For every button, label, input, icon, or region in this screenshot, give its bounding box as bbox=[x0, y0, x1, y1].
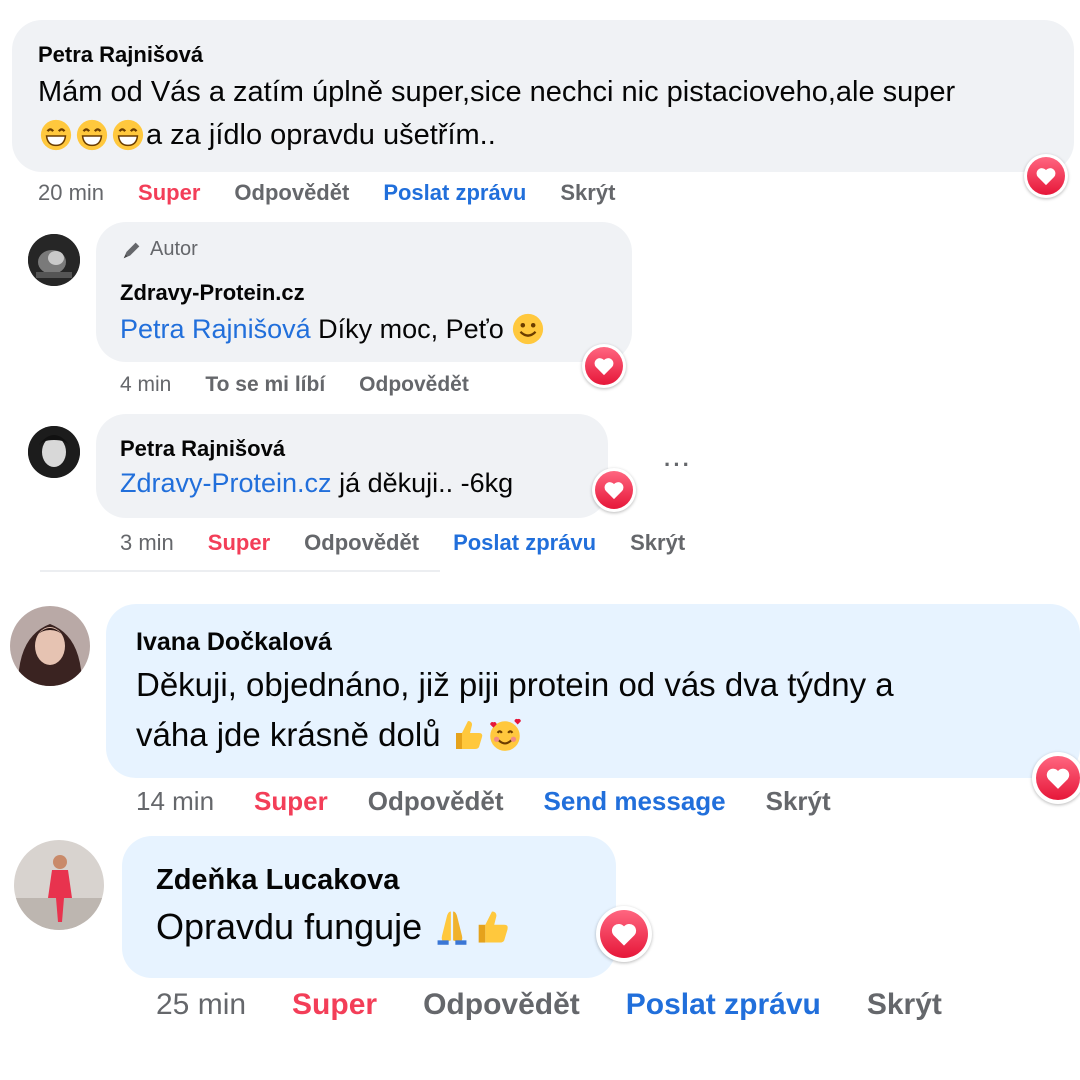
comment-author[interactable]: Zdravy-Protein.cz bbox=[120, 280, 305, 306]
comment-time[interactable]: 14 min bbox=[136, 786, 214, 817]
react-button[interactable]: Super bbox=[208, 530, 270, 556]
grinning-face-emoji bbox=[112, 119, 144, 151]
hide-button[interactable]: Skrýt bbox=[867, 988, 942, 1022]
folded-hands-emoji bbox=[437, 911, 467, 945]
smiling-face-emoji bbox=[513, 313, 544, 345]
comment-author[interactable]: Zdeňka Lucakova bbox=[156, 864, 399, 897]
comment-time[interactable]: 4 min bbox=[120, 373, 171, 397]
reply-button[interactable]: Odpovědět bbox=[359, 373, 469, 397]
send-message-button[interactable]: Poslat zprávu bbox=[383, 180, 526, 206]
send-message-button[interactable]: Poslat zprávu bbox=[626, 988, 821, 1022]
smiling-face-with-hearts-emoji bbox=[489, 718, 521, 751]
heart-reaction-icon[interactable] bbox=[1032, 752, 1080, 804]
comment-time[interactable]: 25 min bbox=[156, 988, 246, 1022]
comment-text-line2: a za jídlo opravdu ušetřím.. bbox=[146, 118, 496, 151]
react-button[interactable]: Super bbox=[254, 786, 328, 817]
avatar[interactable] bbox=[14, 840, 104, 930]
comment-author[interactable]: Petra Rajnišová bbox=[120, 436, 285, 462]
like-button[interactable]: To se mi líbí bbox=[205, 373, 325, 397]
send-message-button[interactable]: Poslat zprávu bbox=[453, 530, 596, 556]
avatar[interactable] bbox=[28, 426, 80, 478]
mention-link[interactable]: Zdravy-Protein.cz bbox=[120, 468, 332, 498]
comment-text: já děkuji.. -6kg bbox=[331, 468, 514, 498]
hide-button[interactable]: Skrýt bbox=[560, 180, 615, 206]
hide-button[interactable]: Skrýt bbox=[630, 530, 685, 556]
comment-actions: 25 min Super Odpovědět Poslat zprávu Skr… bbox=[156, 988, 942, 1022]
reply-button[interactable]: Odpovědět bbox=[423, 988, 580, 1022]
hide-button[interactable]: Skrýt bbox=[766, 786, 831, 817]
avatar[interactable] bbox=[28, 234, 80, 286]
heart-reaction-icon[interactable] bbox=[1024, 154, 1068, 198]
comment-text-line1: Mám od Vás a zatím úplně super,sice nech… bbox=[38, 76, 956, 108]
comment-time[interactable]: 3 min bbox=[120, 530, 174, 556]
grinning-face-emoji bbox=[40, 119, 72, 151]
heart-reaction-icon[interactable] bbox=[582, 344, 626, 388]
thumbs-up-emoji bbox=[455, 721, 482, 749]
comment-actions: 3 min Super Odpovědět Poslat zprávu Skrý… bbox=[120, 530, 685, 556]
reply-button[interactable]: Odpovědět bbox=[304, 530, 419, 556]
author-badge: Autor bbox=[120, 238, 198, 261]
section-divider bbox=[40, 570, 440, 572]
comment-text: Opravdu funguje bbox=[156, 906, 433, 947]
reply-button[interactable]: Odpovědět bbox=[234, 180, 349, 206]
comment-actions: 4 min To se mi líbí Odpovědět bbox=[120, 373, 469, 397]
comment-author[interactable]: Ivana Dočkalová bbox=[136, 628, 332, 657]
heart-reaction-icon[interactable] bbox=[592, 468, 636, 512]
send-message-button[interactable]: Send message bbox=[544, 786, 726, 817]
grinning-face-emoji bbox=[76, 119, 108, 151]
comment-text-line1: Děkuji, objednáno, již piji protein od v… bbox=[136, 666, 894, 703]
comment-actions: 14 min Super Odpovědět Send message Skrý… bbox=[136, 786, 831, 817]
comment-text-line2-wrap: a za jídlo opravdu ušetřím.. bbox=[38, 118, 496, 152]
react-button[interactable]: Super bbox=[138, 180, 200, 206]
mention-link[interactable]: Petra Rajnišová bbox=[120, 314, 311, 345]
comment-text-line2-wrap: váha jde krásně dolů bbox=[136, 716, 524, 754]
comment-actions: 20 min Super Odpovědět Poslat zprávu Skr… bbox=[38, 180, 615, 206]
pencil-author-icon bbox=[123, 242, 140, 258]
more-options-button[interactable]: ··· bbox=[664, 452, 692, 478]
heart-reaction-icon[interactable] bbox=[596, 906, 652, 962]
comment-text-wrap: Opravdu funguje bbox=[156, 906, 512, 948]
thumbs-up-emoji bbox=[478, 911, 508, 943]
author-badge-label: Autor bbox=[150, 238, 198, 260]
comment-text-wrap: Petra Rajnišová Díky moc, Peťo bbox=[120, 312, 545, 346]
comment-bubble-3 bbox=[96, 414, 608, 518]
react-button[interactable]: Super bbox=[292, 988, 377, 1022]
comment-author[interactable]: Petra Rajnišová bbox=[38, 42, 203, 68]
reply-button[interactable]: Odpovědět bbox=[368, 786, 504, 817]
comment-text-wrap: Zdravy-Protein.cz já děkuji.. -6kg bbox=[120, 468, 513, 499]
comment-text: Díky moc, Peťo bbox=[310, 313, 512, 344]
avatar[interactable] bbox=[10, 606, 90, 686]
comment-time[interactable]: 20 min bbox=[38, 180, 104, 206]
comment-text-line2: váha jde krásně dolů bbox=[136, 716, 450, 753]
